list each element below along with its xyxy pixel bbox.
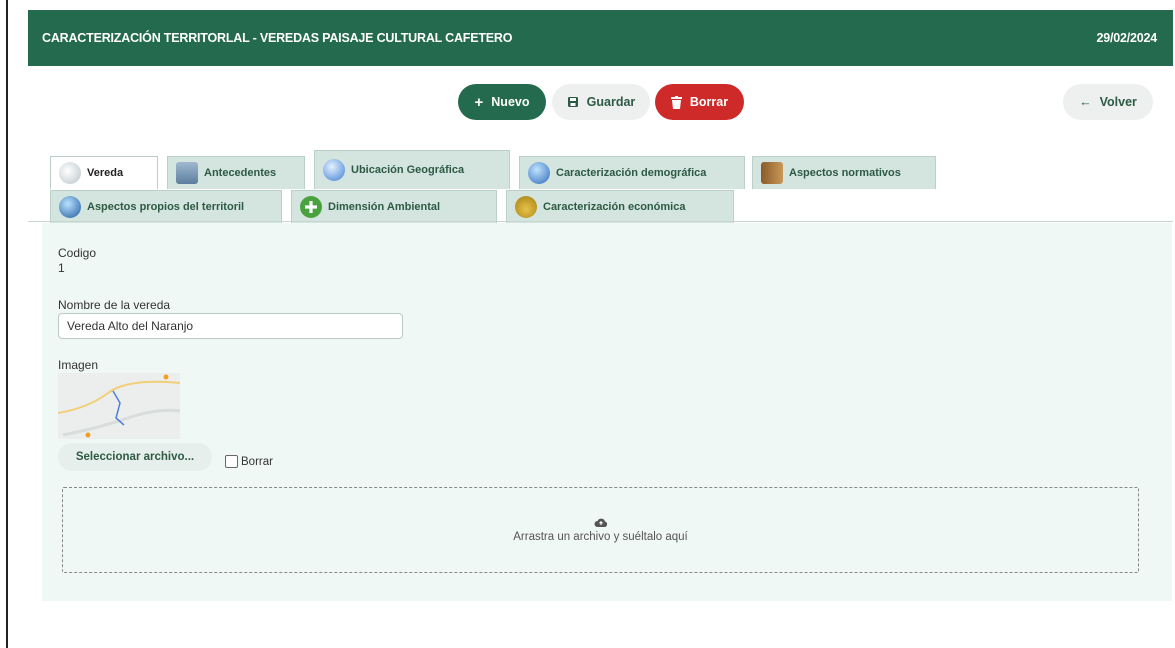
tab-caracterizacion-demografica[interactable]: Caracterización demográfica xyxy=(519,156,745,189)
cloud-upload-icon xyxy=(594,518,607,527)
save-icon xyxy=(567,97,578,107)
tab-aspectos-normativos[interactable]: Aspectos normativos xyxy=(752,156,936,189)
plus-circle-icon xyxy=(300,196,322,218)
codigo-value: 1 xyxy=(58,261,65,275)
vereda-map-image xyxy=(58,373,180,439)
arrow-left-icon: ← xyxy=(1079,95,1092,109)
imagen-label: Imagen xyxy=(58,358,99,372)
card-add-icon xyxy=(176,162,198,184)
codigo-label: Codigo xyxy=(58,246,97,260)
app-header: CARACTERIZACIÓN TERRITORLAL - VEREDAS PA… xyxy=(28,10,1173,66)
trash-icon xyxy=(670,95,682,109)
new-button[interactable]: + Nuevo xyxy=(458,84,546,120)
back-button[interactable]: ← Volver xyxy=(1063,84,1153,120)
money-bag-icon xyxy=(515,196,537,218)
page: CARACTERIZACIÓN TERRITORLAL - VEREDAS PA… xyxy=(28,10,1173,648)
cloud-icon xyxy=(59,162,81,184)
globe-car-icon xyxy=(59,196,81,218)
plus-icon: + xyxy=(474,93,484,111)
tab-divider xyxy=(28,221,1173,222)
dropzone-text: Arrastra un archivo y suéltalo aquí xyxy=(513,531,688,543)
save-button[interactable]: Guardar xyxy=(552,84,650,120)
delete-image-label: Borrar xyxy=(241,456,273,468)
tab-ubicacion-geografica[interactable]: Ubicación Geográfica xyxy=(314,150,510,189)
file-dropzone[interactable]: Arrastra un archivo y suéltalo aquí xyxy=(62,487,1139,573)
tab-dimension-ambiental[interactable]: Dimensión Ambiental xyxy=(291,190,497,223)
toolbar: + Nuevo Guardar Borrar ← Volver xyxy=(28,66,1173,146)
nombre-vereda-input[interactable]: Vereda Alto del Naranjo xyxy=(58,313,403,339)
delete-button[interactable]: Borrar xyxy=(655,84,744,120)
delete-image-checkbox[interactable] xyxy=(225,455,238,468)
globe-icon xyxy=(528,162,550,184)
tab-vereda[interactable]: Vereda xyxy=(50,156,158,189)
select-file-button[interactable]: Seleccionar archivo... xyxy=(58,443,212,471)
header-date: 29/02/2024 xyxy=(1096,31,1157,45)
map-thumbnail xyxy=(58,373,180,439)
law-book-icon xyxy=(761,162,783,184)
page-title: CARACTERIZACIÓN TERRITORLAL - VEREDAS PA… xyxy=(42,31,513,45)
tab-aspectos-propios[interactable]: Aspectos propios del territoril xyxy=(50,190,282,223)
window-left-edge xyxy=(6,0,8,648)
tab-panel-vereda: Codigo 1 Nombre de la vereda Vereda Alto… xyxy=(42,223,1172,601)
globe-icon xyxy=(323,159,345,181)
tab-caracterizacion-economica[interactable]: Caracterización económica xyxy=(506,190,734,223)
nombre-label: Nombre de la vereda xyxy=(58,298,171,312)
tab-antecedentes[interactable]: Antecedentes xyxy=(167,156,305,189)
